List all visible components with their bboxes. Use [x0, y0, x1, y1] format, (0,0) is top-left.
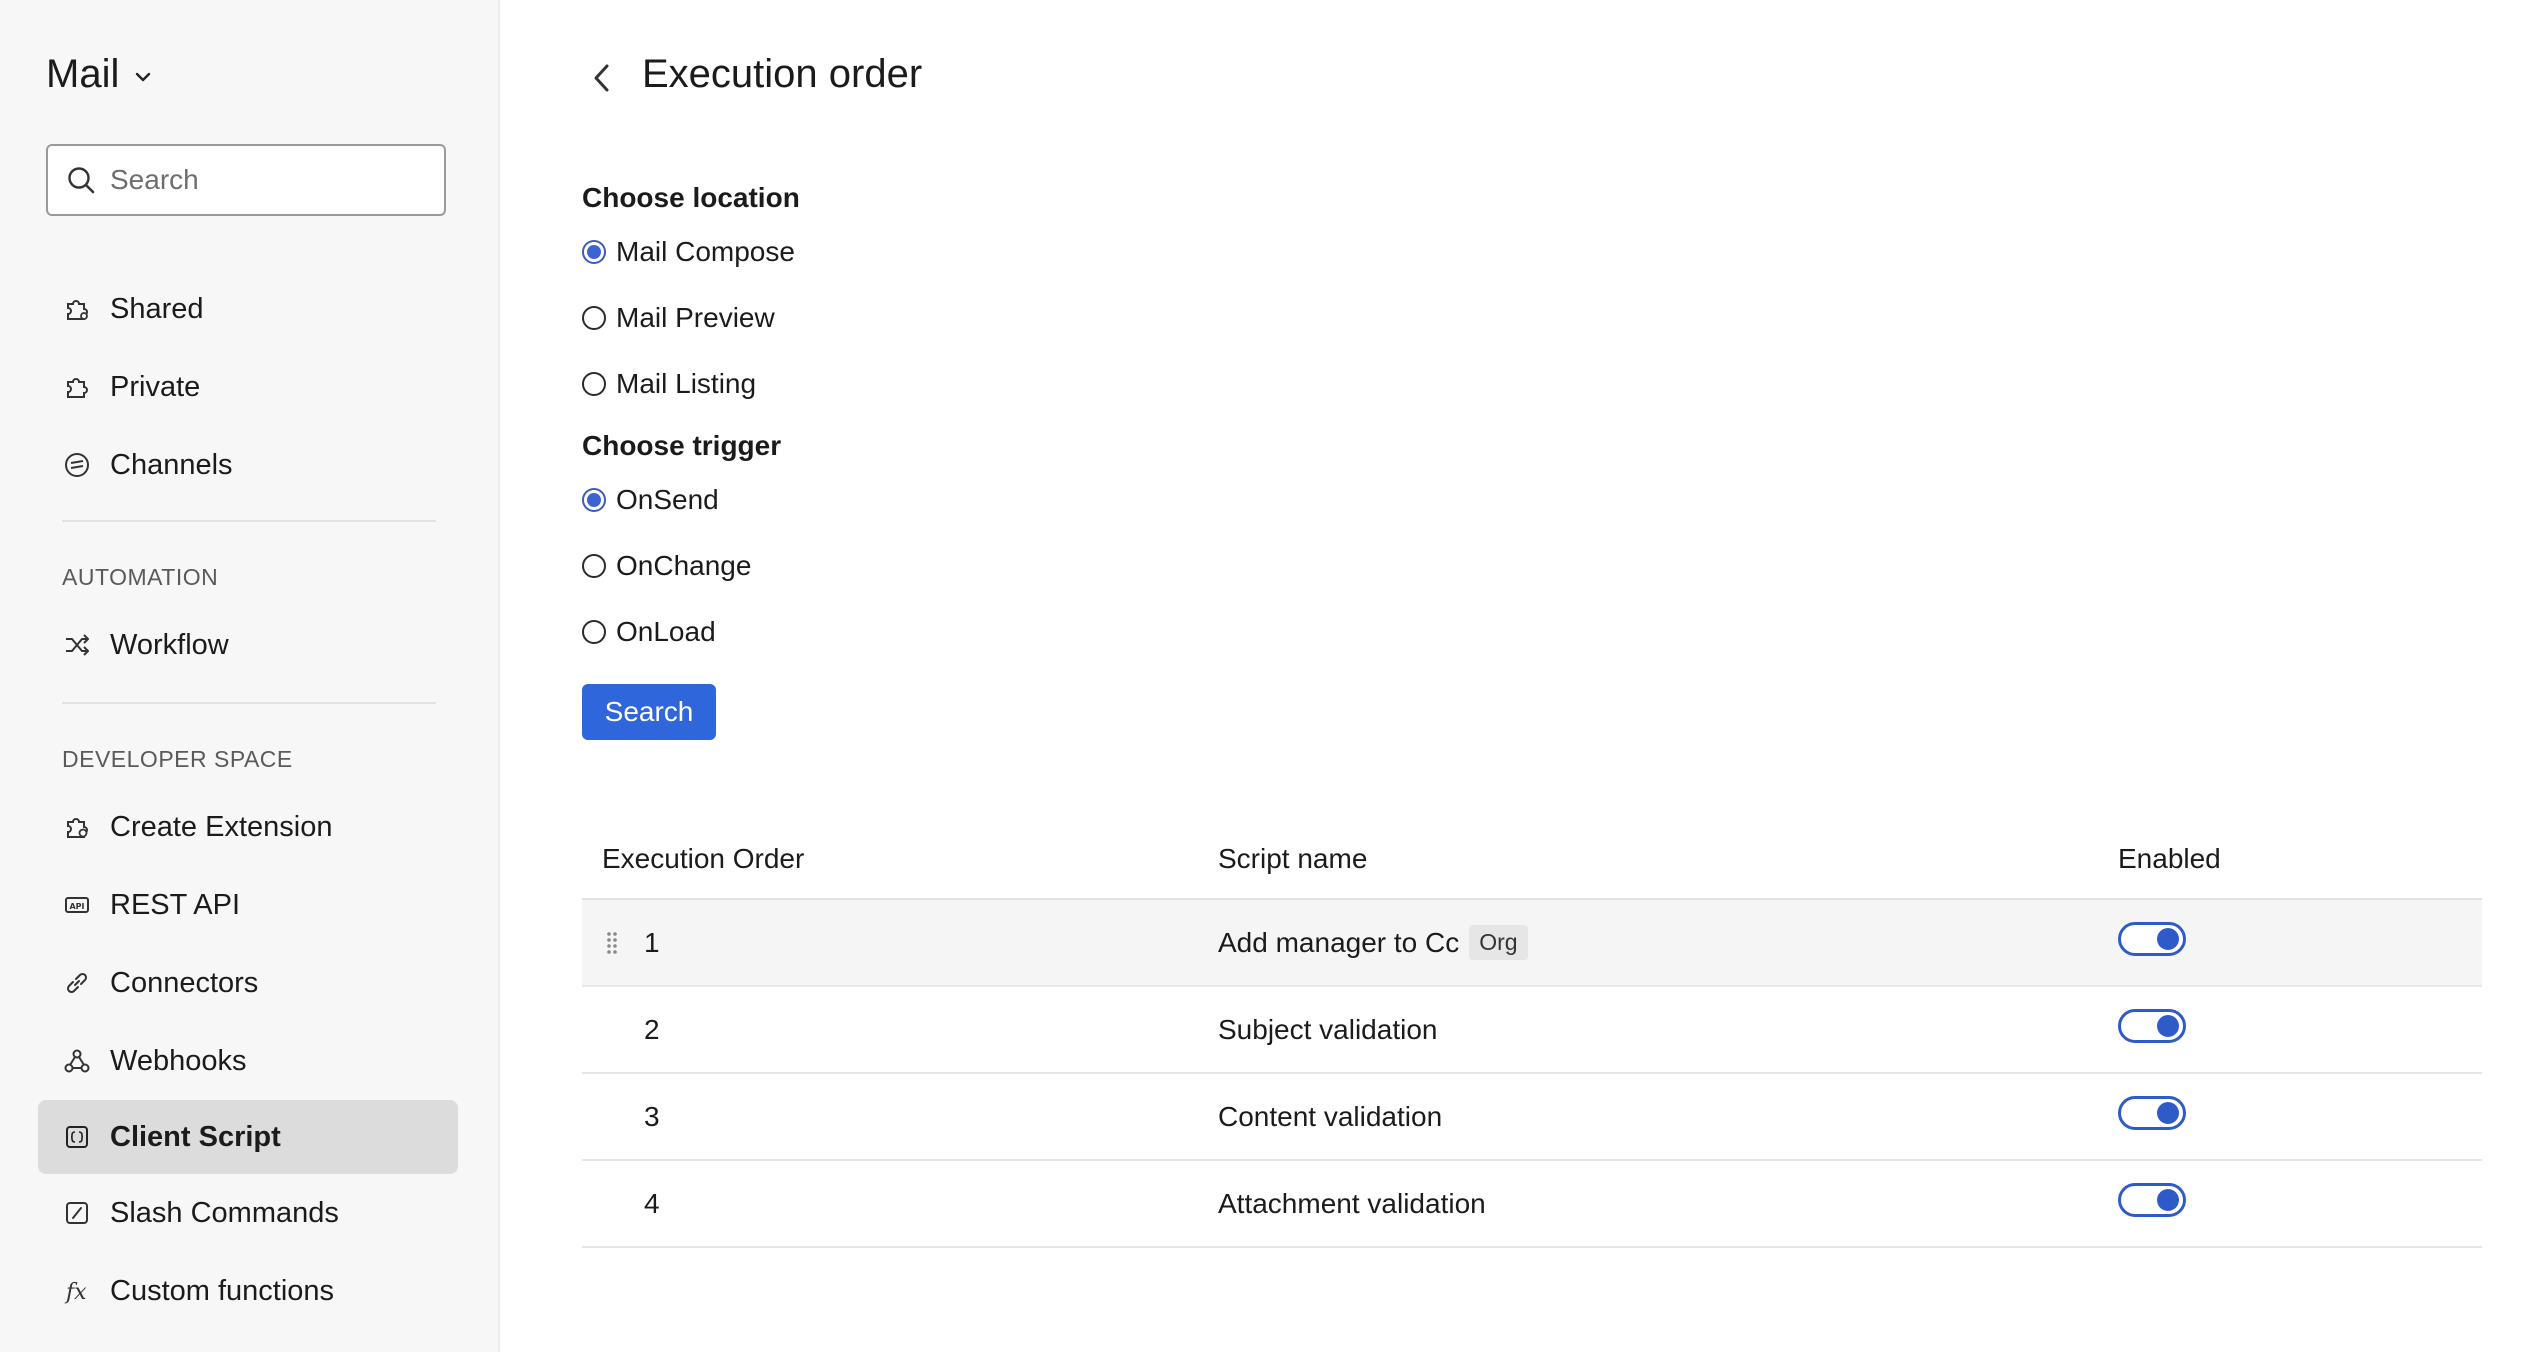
table-header: Execution Order Script name Enabled [582, 820, 2482, 900]
column-header-order: Execution Order [602, 843, 805, 874]
search-field[interactable] [46, 144, 446, 216]
radio-label: OnLoad [616, 616, 716, 647]
back-button[interactable] [582, 58, 622, 98]
table-row[interactable]: 3 Content validation [582, 1074, 2482, 1161]
function-icon: fx [62, 1276, 92, 1306]
radio-onchange[interactable]: OnChange [582, 546, 751, 586]
script-name: Attachment validation [1218, 1187, 1486, 1219]
toggle-knob [2157, 1015, 2179, 1037]
radio-button[interactable] [582, 554, 606, 578]
main-content: Execution order Choose location Mail Com… [502, 0, 2542, 1352]
radio-label: Mail Preview [616, 302, 775, 333]
radio-label: Mail Compose [616, 236, 795, 267]
order-number: 4 [644, 1187, 660, 1219]
radio-button[interactable] [582, 372, 606, 396]
extension-gear-icon [62, 812, 92, 842]
column-header-script-name: Script name [1218, 843, 1368, 874]
sidebar-item-create-extension[interactable]: Create Extension [38, 790, 458, 864]
app-switcher[interactable]: Mail [46, 52, 153, 97]
section-label-automation: AUTOMATION [62, 564, 219, 590]
org-badge: Org [1469, 925, 1528, 960]
script-icon [62, 1122, 92, 1152]
sidebar-item-label: Workflow [110, 628, 229, 661]
trigger-label: Choose trigger [582, 430, 782, 461]
sidebar-item-webhooks[interactable]: Webhooks [38, 1024, 458, 1098]
table-row[interactable]: 2 Subject validation [582, 987, 2482, 1074]
order-number: 2 [644, 1013, 660, 1045]
sidebar-item-shared[interactable]: Shared [38, 272, 458, 346]
column-header-enabled: Enabled [2118, 843, 2221, 874]
sidebar-item-label: Private [110, 370, 201, 403]
radio-mail-compose[interactable]: Mail Compose [582, 232, 795, 272]
sidebar-item-workflow[interactable]: Workflow [38, 608, 458, 682]
shuffle-icon [62, 630, 92, 660]
api-icon: API [62, 890, 92, 920]
slash-icon [62, 1198, 92, 1228]
radio-button[interactable] [582, 620, 606, 644]
sidebar-item-label: Shared [110, 292, 204, 325]
search-button[interactable]: Search [582, 684, 716, 740]
script-name: Subject validation [1218, 1013, 1438, 1045]
toggle-knob [2157, 1102, 2179, 1124]
execution-order-table: Execution Order Script name Enabled 1 Ad… [582, 820, 2482, 1248]
sidebar: Mail Shared Private Channels AUTOMATION [0, 0, 500, 1352]
radio-label: OnSend [616, 484, 719, 515]
sidebar-item-channels[interactable]: Channels [38, 428, 458, 502]
script-name: Add manager to Cc [1218, 926, 1460, 958]
puzzle-shared-icon [62, 294, 92, 324]
toggle-knob [2157, 1189, 2179, 1211]
sidebar-item-label: Connectors [110, 966, 259, 999]
link-icon [62, 968, 92, 998]
app-title: Mail [46, 52, 120, 96]
order-number: 1 [644, 926, 660, 958]
sidebar-item-label: REST API [110, 888, 241, 921]
sidebar-item-label: Client Script [110, 1120, 281, 1153]
sidebar-item-label: Custom functions [110, 1274, 335, 1307]
radio-button[interactable] [582, 306, 606, 330]
script-name: Content validation [1218, 1100, 1443, 1132]
radio-button[interactable] [582, 488, 606, 512]
puzzle-icon [62, 372, 92, 402]
radio-onsend[interactable]: OnSend [582, 480, 719, 520]
sidebar-item-label: Channels [110, 448, 233, 481]
table-row[interactable]: 4 Attachment validation [582, 1161, 2482, 1248]
radio-onload[interactable]: OnLoad [582, 612, 716, 652]
location-label: Choose location [582, 182, 800, 213]
sidebar-item-client-script[interactable]: Client Script [38, 1100, 458, 1174]
radio-mail-listing[interactable]: Mail Listing [582, 364, 756, 404]
search-icon [68, 167, 95, 194]
toggle-knob [2157, 928, 2179, 950]
svg-text:fx: fx [64, 1280, 87, 1305]
table-row[interactable]: 1 Add manager to Cc Org [582, 900, 2482, 987]
enabled-toggle[interactable] [2118, 1096, 2186, 1130]
sidebar-item-private[interactable]: Private [38, 350, 458, 424]
sidebar-item-label: Slash Commands [110, 1196, 339, 1229]
chevron-left-icon [594, 64, 609, 92]
radio-label: Mail Listing [616, 368, 757, 399]
page-title: Execution order [642, 52, 923, 96]
channels-icon [62, 450, 92, 480]
webhook-icon [62, 1046, 92, 1076]
enabled-toggle[interactable] [2118, 1009, 2186, 1043]
sidebar-divider [62, 520, 436, 522]
sidebar-divider [62, 702, 436, 704]
svg-text:API: API [69, 902, 84, 911]
sidebar-item-label: Create Extension [110, 810, 333, 843]
search-input[interactable] [110, 164, 430, 196]
enabled-toggle[interactable] [2118, 1183, 2186, 1217]
order-number: 3 [644, 1100, 660, 1132]
section-label-developer-space: DEVELOPER SPACE [62, 746, 293, 772]
chevron-down-icon [136, 72, 151, 81]
radio-button[interactable] [582, 240, 606, 264]
drag-handle-icon[interactable] [602, 928, 622, 958]
radio-label: OnChange [616, 550, 752, 581]
radio-mail-preview[interactable]: Mail Preview [582, 298, 775, 338]
sidebar-item-label: Webhooks [110, 1044, 247, 1077]
sidebar-item-custom-functions[interactable]: fx Custom functions [38, 1254, 458, 1328]
sidebar-item-connectors[interactable]: Connectors [38, 946, 458, 1020]
sidebar-item-slash-commands[interactable]: Slash Commands [38, 1176, 458, 1250]
sidebar-item-rest-api[interactable]: API REST API [38, 868, 458, 942]
enabled-toggle[interactable] [2118, 922, 2186, 956]
